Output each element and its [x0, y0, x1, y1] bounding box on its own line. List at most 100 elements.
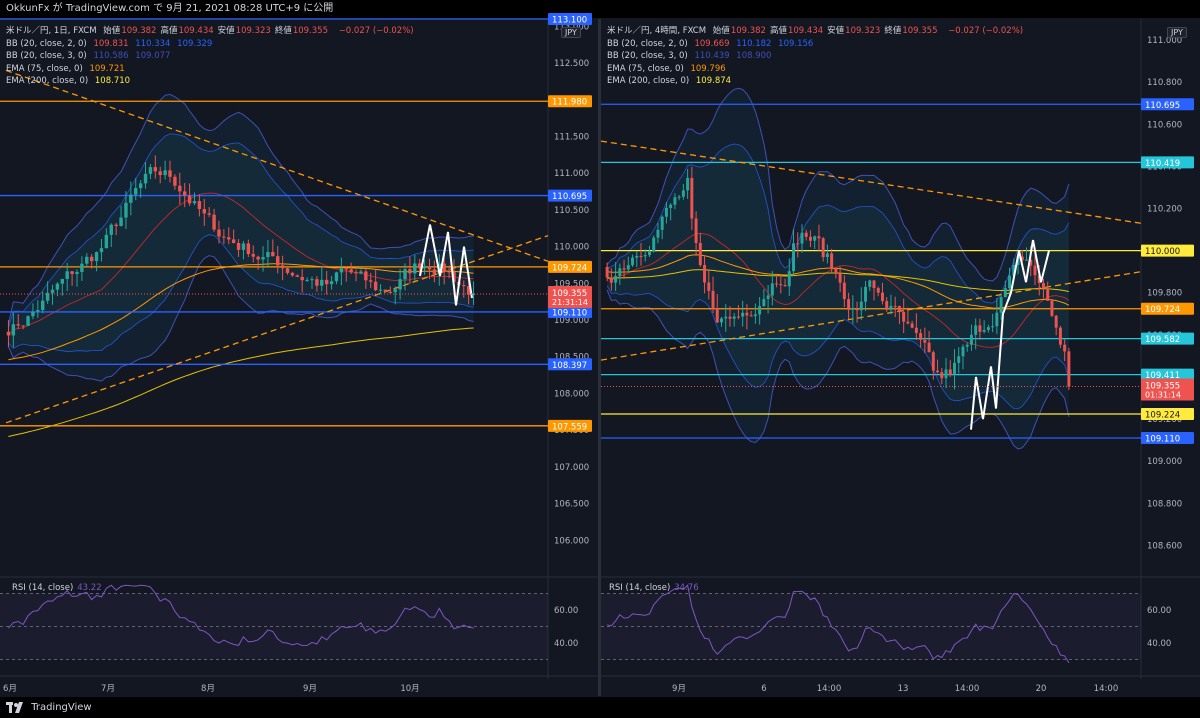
candle-body — [783, 285, 787, 287]
level-price-label: 110.695 — [1145, 101, 1180, 111]
candle-body — [686, 177, 690, 191]
rsi-tick-label: 60.00 — [1147, 606, 1171, 616]
candle-body — [859, 301, 863, 311]
candle-body — [447, 271, 451, 273]
ohlc-value: 109.382 — [730, 26, 766, 36]
time-axis-label: 9月 — [303, 684, 317, 694]
candle-body — [236, 243, 241, 250]
legend-bb2-label: BB (20, close, 3, 0) — [6, 51, 87, 61]
currency-badge[interactable]: JPY — [561, 27, 581, 38]
candle-body — [736, 316, 740, 318]
price-tick-label: 107.000 — [554, 463, 589, 473]
candle-body — [373, 281, 378, 291]
candle-body — [910, 323, 914, 328]
candle-body — [999, 297, 1003, 313]
candle-body — [422, 266, 427, 269]
rsi-label: RSI (14, close) — [609, 583, 671, 593]
rsi-tick-label: 40.00 — [554, 639, 578, 649]
candle-body — [114, 224, 118, 226]
ohlc-key: 始値 — [103, 26, 121, 36]
candle-body — [864, 286, 868, 302]
candle-body — [821, 238, 825, 258]
ohlc-value: 109.323 — [235, 26, 271, 36]
candle-body — [31, 311, 35, 317]
candle-body — [876, 288, 880, 293]
level-price-label: 109.224 — [1145, 411, 1180, 421]
candle-body — [927, 342, 931, 353]
candle-body — [838, 273, 842, 283]
ohlc-key: 終値 — [274, 26, 292, 36]
level-price-label: 109.110 — [552, 308, 587, 318]
candle-body — [720, 318, 723, 323]
candle-body — [124, 202, 128, 218]
candle-body — [256, 256, 260, 260]
candle-body — [290, 272, 295, 276]
legend-title: 米ドル／円, 4時間, FXCM — [607, 26, 707, 36]
candle-body — [897, 305, 901, 313]
candle-body — [55, 283, 60, 290]
candle-body — [618, 268, 622, 276]
candle-body — [631, 257, 635, 266]
candle-body — [664, 207, 668, 217]
candle-body — [745, 312, 749, 316]
candle-body — [639, 255, 643, 257]
chart-panel-daily[interactable]: 113.000112.500112.000111.500111.000110.5… — [0, 13, 598, 696]
ohlc-key: 安値 — [827, 26, 845, 36]
candle-body — [192, 201, 197, 204]
time-axis-label: 9月 — [672, 684, 686, 694]
candle-body — [266, 252, 270, 258]
rsi-tick-label: 40.00 — [1147, 639, 1171, 649]
price-tick-label: 108.800 — [1147, 499, 1182, 509]
candle-body — [940, 372, 944, 379]
legend-ema75-value: 109.721 — [89, 63, 125, 74]
candle-body — [762, 299, 766, 307]
4h-chart-svg[interactable]: 111.000110.800110.600110.400110.200110.0… — [600, 19, 1200, 696]
currency-badge[interactable]: JPY — [1167, 27, 1187, 38]
legend-bb1-upper: 110.334 — [135, 38, 171, 49]
chart-panel-4h[interactable]: 111.000110.800110.600110.400110.200110.0… — [600, 19, 1200, 696]
candle-body — [432, 269, 437, 274]
candle-body — [902, 312, 906, 322]
legend-ema200-value: 109.874 — [695, 76, 732, 86]
bar-countdown: 21:31:14 — [552, 298, 588, 307]
candle-body — [349, 269, 353, 273]
rsi-title-4h: RSI (14, close) 34.76 — [609, 583, 699, 593]
candle-body — [953, 362, 956, 375]
candle-body — [305, 279, 309, 281]
time-axis-label: 8月 — [201, 684, 215, 694]
daily-chart-svg[interactable]: 113.000112.500112.000111.500111.000110.5… — [0, 13, 598, 696]
candle-body — [817, 236, 821, 239]
legend-bb1-basis: 109.669 — [694, 38, 730, 49]
candle-body — [965, 344, 969, 347]
bar-countdown: 01:31:14 — [1145, 390, 1181, 399]
legend-ema75-label: EMA (75, close, 0) — [607, 63, 684, 74]
level-price-label: 110.419 — [1145, 159, 1180, 169]
candle-body — [766, 295, 770, 300]
rsi-tick-label: 60.00 — [554, 606, 578, 616]
candle-body — [753, 314, 757, 317]
candle-body — [109, 224, 113, 235]
candle-body — [427, 266, 432, 270]
candle-body — [89, 256, 94, 262]
candle-body — [1063, 344, 1067, 352]
candle-body — [681, 190, 685, 197]
level-price-label: 109.582 — [1145, 335, 1180, 345]
candle-body — [787, 271, 791, 287]
price-tick-label: 106.500 — [554, 500, 589, 510]
candle-body — [41, 300, 45, 311]
legend-bb2-upper: 110.439 — [694, 51, 730, 61]
legend-bb2-lower: 108.900 — [736, 51, 772, 61]
candle-body — [880, 292, 884, 302]
candle-body — [320, 279, 324, 286]
candle-body — [398, 279, 402, 290]
candle-body — [50, 289, 55, 293]
legend-ema75-value: 109.796 — [690, 63, 726, 74]
candle-body — [285, 268, 290, 273]
brand-name: TradingView — [31, 702, 92, 713]
legend-bb2-lower: 109.077 — [135, 51, 171, 61]
candle-body — [605, 266, 609, 278]
candle-body — [1067, 351, 1071, 387]
candle-body — [728, 316, 732, 319]
candle-body — [957, 356, 961, 363]
candle-body — [26, 316, 30, 326]
